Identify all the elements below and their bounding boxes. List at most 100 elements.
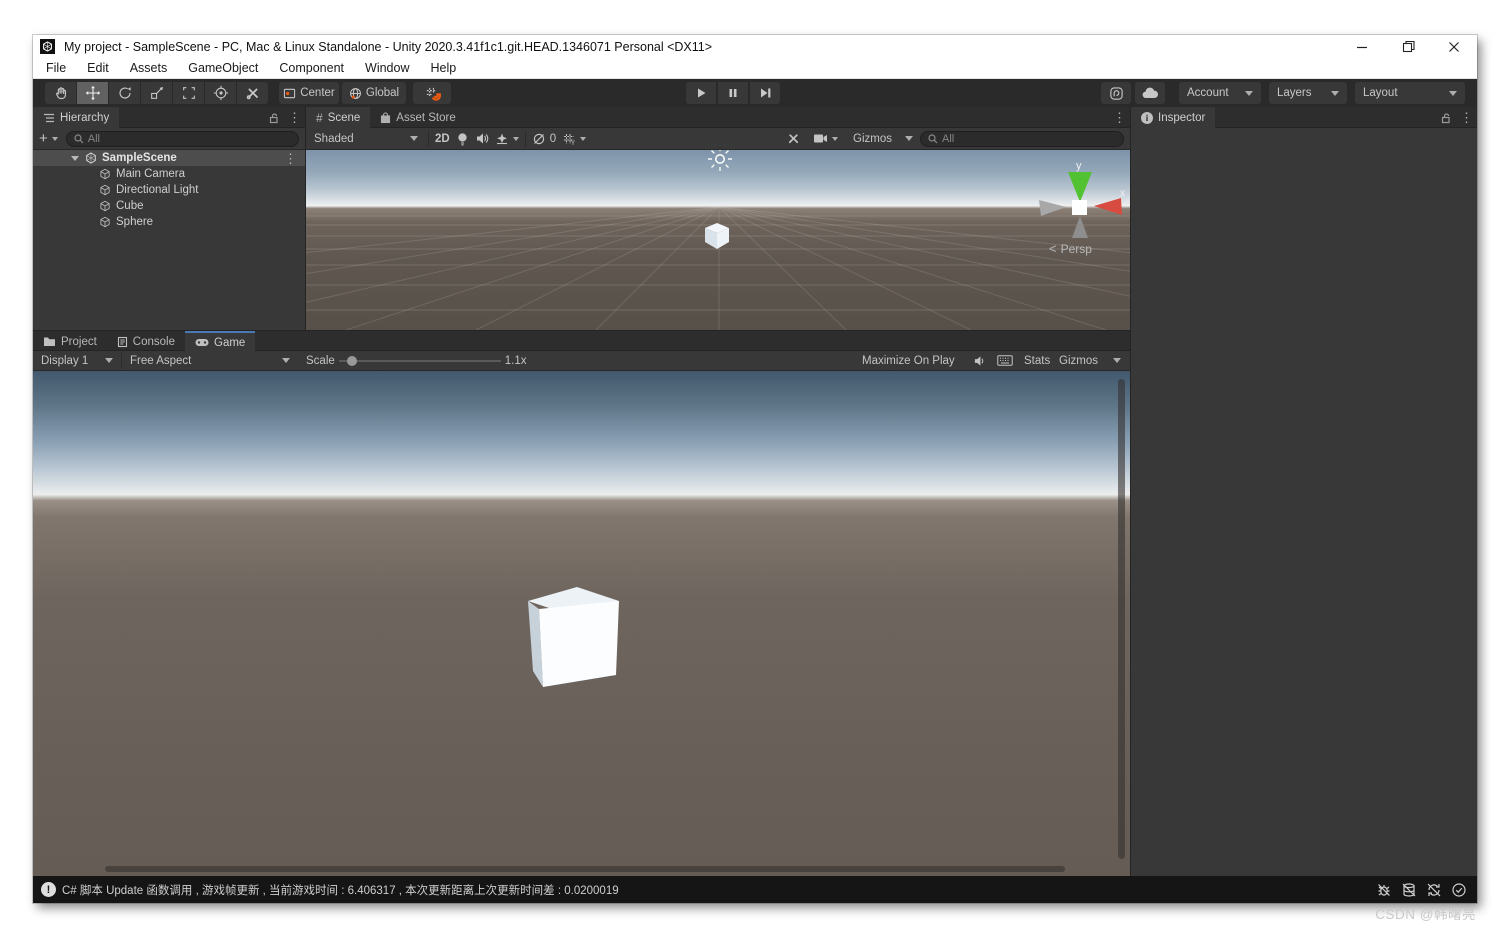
tab-console[interactable]: Console	[107, 331, 185, 352]
tab-scene[interactable]: # Scene	[306, 107, 370, 128]
shading-mode-dropdown[interactable]: Shaded	[310, 133, 422, 145]
hierarchy-row-main-camera[interactable]: Main Camera	[33, 166, 305, 182]
console-icon	[117, 336, 128, 348]
pause-button[interactable]	[718, 82, 748, 104]
game-panel: Project Console Game Display 1 Free Aspe…	[33, 330, 1130, 876]
console-tab-label: Console	[133, 336, 175, 348]
transform-tool-icon[interactable]	[205, 82, 236, 104]
layers-dropdown[interactable]: Layers	[1269, 82, 1347, 104]
hierarchy-row-scene[interactable]: SampleScene ⋮	[33, 150, 305, 166]
scene-camera-dropdown[interactable]	[813, 133, 838, 144]
debugger-disabled-icon[interactable]	[1376, 882, 1392, 898]
cache-server-disabled-icon[interactable]	[1401, 882, 1417, 898]
menu-help[interactable]: Help	[430, 61, 456, 75]
layers-label: Layers	[1277, 87, 1312, 99]
slider-knob[interactable]	[347, 356, 357, 366]
account-dropdown[interactable]: Account	[1179, 82, 1261, 104]
center-label: Center	[300, 87, 335, 99]
tab-asset-store[interactable]: Asset Store	[370, 107, 465, 128]
layout-dropdown[interactable]: Layout	[1355, 82, 1465, 104]
scale-tool-icon[interactable]	[141, 82, 172, 104]
menu-edit[interactable]: Edit	[87, 61, 109, 75]
add-object-button[interactable]: +	[39, 130, 58, 147]
hierarchy-row-directional-light[interactable]: Directional Light	[33, 182, 305, 198]
keyboard-input-icon[interactable]	[997, 355, 1013, 366]
scene-audio-icon[interactable]	[475, 132, 489, 145]
progress-status-icon[interactable]	[1451, 882, 1467, 898]
menu-assets[interactable]: Assets	[130, 61, 168, 75]
step-button[interactable]	[750, 82, 780, 104]
tab-hierarchy[interactable]: Hierarchy	[33, 107, 119, 128]
projection-toggle[interactable]: < Persp	[1049, 241, 1092, 256]
hierarchy-search-input[interactable]: All	[66, 131, 299, 147]
lock-icon[interactable]	[269, 112, 280, 124]
watermark: CSDN @韩曙亮	[1375, 903, 1476, 923]
refresh-disabled-icon[interactable]	[1426, 882, 1442, 898]
workspace: Hierarchy ⋮ + All SampleScene	[33, 107, 1477, 876]
scale-slider[interactable]	[339, 351, 501, 371]
kebab-menu-icon[interactable]: ⋮	[1113, 111, 1126, 124]
move-tool-icon[interactable]	[77, 82, 108, 104]
menu-window[interactable]: Window	[365, 61, 409, 75]
scene-visibility-toggle[interactable]: 0	[532, 132, 556, 146]
pivot-center-button[interactable]: Center	[279, 82, 339, 104]
account-label: Account	[1187, 87, 1229, 99]
cloud-icon[interactable]	[1135, 82, 1165, 104]
grid-axis-icon: Y	[562, 132, 576, 146]
scene-tools-icon[interactable]	[786, 131, 801, 146]
scene-search-input[interactable]: All	[920, 131, 1124, 147]
plus-icon: +	[39, 130, 48, 147]
menu-component[interactable]: Component	[279, 61, 344, 75]
search-placeholder: All	[942, 133, 954, 145]
persp-label: Persp	[1061, 242, 1092, 256]
status-message[interactable]: C# 脚本 Update 函数调用 , 游戏帧更新 , 当前游戏时间 : 6.4…	[62, 882, 619, 898]
mute-audio-toggle[interactable]	[973, 355, 986, 367]
2d-toggle-button[interactable]: 2D	[435, 133, 450, 145]
display-dropdown[interactable]: Display 1	[37, 355, 117, 367]
menu-file[interactable]: File	[46, 61, 66, 75]
hierarchy-row-cube[interactable]: Cube	[33, 198, 305, 214]
minimize-button[interactable]	[1339, 35, 1385, 58]
aspect-dropdown[interactable]: Free Aspect	[126, 355, 294, 367]
foldout-arrow-icon[interactable]	[71, 156, 79, 161]
log-alert-icon[interactable]: !	[41, 882, 56, 897]
restore-button[interactable]	[1385, 35, 1431, 58]
hierarchy-row-sphere[interactable]: Sphere	[33, 214, 305, 230]
custom-tool-icon[interactable]	[237, 82, 268, 104]
aspect-label: Free Aspect	[130, 355, 191, 367]
game-viewport[interactable]	[33, 371, 1130, 877]
scene-cube-object[interactable]	[704, 222, 730, 252]
tab-project[interactable]: Project	[33, 331, 107, 352]
hand-tool-icon[interactable]	[45, 82, 76, 104]
scene-effects-dropdown[interactable]	[495, 132, 519, 146]
play-button[interactable]	[686, 82, 716, 104]
shopping-bag-icon	[380, 112, 391, 124]
hidden-count: 0	[550, 133, 556, 145]
tab-inspector[interactable]: i Inspector	[1131, 107, 1215, 128]
game-gizmos-dropdown[interactable]: Gizmos	[1059, 355, 1121, 367]
game-tab-label: Game	[214, 337, 245, 349]
kebab-menu-icon[interactable]: ⋮	[284, 152, 297, 165]
rotate-tool-icon[interactable]	[109, 82, 140, 104]
directional-light-gizmo[interactable]	[706, 150, 734, 173]
scene-viewport[interactable]: y x < Persp	[306, 150, 1131, 330]
grid-snap-button[interactable]	[413, 82, 451, 104]
scale-label: Scale	[306, 355, 335, 367]
close-button[interactable]	[1431, 35, 1477, 58]
kebab-menu-icon[interactable]: ⋮	[1460, 111, 1473, 124]
horizontal-scrollbar[interactable]	[105, 866, 1065, 872]
menu-gameobject[interactable]: GameObject	[188, 61, 258, 75]
scene-gizmos-dropdown[interactable]: Gizmos	[853, 133, 913, 145]
maximize-on-play-toggle[interactable]: Maximize On Play	[862, 355, 955, 367]
tab-game[interactable]: Game	[185, 331, 255, 352]
scene-grid-dropdown[interactable]: Y	[562, 132, 586, 146]
rect-tool-icon[interactable]	[173, 82, 204, 104]
lock-icon[interactable]	[1441, 112, 1452, 124]
vertical-scrollbar[interactable]	[1118, 379, 1125, 859]
kebab-menu-icon[interactable]: ⋮	[288, 111, 301, 124]
handle-global-button[interactable]: Global	[342, 82, 406, 104]
scene-lighting-icon[interactable]	[456, 132, 469, 146]
stats-toggle[interactable]: Stats	[1024, 355, 1050, 367]
plastic-scm-icon[interactable]	[1101, 82, 1131, 104]
axis-orientation-gizmo[interactable]: y x	[1034, 158, 1126, 240]
